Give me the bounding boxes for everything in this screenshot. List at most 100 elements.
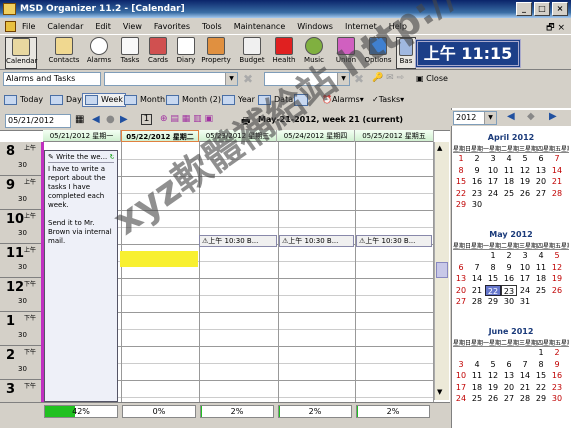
day-cell[interactable]: 12 xyxy=(517,165,533,177)
day-cell[interactable]: 25 xyxy=(469,393,485,405)
day-cell[interactable]: 30 xyxy=(549,393,565,405)
toolbar-calendar-button[interactable]: Calendar xyxy=(5,37,37,69)
print-icon[interactable]: 🖶 xyxy=(241,114,250,131)
menu-view[interactable]: View xyxy=(123,22,142,31)
vertical-scrollbar[interactable]: ▲ ▼ xyxy=(434,142,449,400)
day-cell[interactable]: 19 xyxy=(485,382,501,394)
day-cell[interactable]: 18 xyxy=(533,273,549,285)
view-year-button[interactable]: Year xyxy=(222,93,255,107)
day-cell[interactable]: 5 xyxy=(517,153,533,165)
menu-file[interactable]: File xyxy=(22,22,35,31)
day-cell[interactable]: 29 xyxy=(485,296,501,308)
day-cell[interactable]: 5 xyxy=(485,359,501,371)
day-cell[interactable]: 23 xyxy=(469,188,485,200)
day-cell[interactable]: 20 xyxy=(501,382,517,394)
maximize-button[interactable]: □ xyxy=(534,2,550,16)
menu-calendar[interactable]: Calendar xyxy=(47,22,83,31)
next-month-icon[interactable]: ▶ xyxy=(549,111,557,122)
toolbar-budget-button[interactable]: Budget xyxy=(236,37,268,69)
day-cell[interactable]: 7 xyxy=(549,153,565,165)
column-header[interactable]: 05/24/2012 星期四 xyxy=(277,130,355,142)
day-cell[interactable]: 22 xyxy=(485,284,501,296)
day-cell[interactable]: 28 xyxy=(517,393,533,405)
day-cell[interactable]: 21 xyxy=(549,176,565,188)
day-cell[interactable]: 28 xyxy=(469,296,485,308)
toolbar-health-button[interactable]: Health xyxy=(268,37,300,69)
mdi-document-icon[interactable] xyxy=(5,20,16,32)
day-cell[interactable]: 27 xyxy=(533,188,549,200)
menu-maintenance[interactable]: Maintenance xyxy=(234,22,286,31)
menu-edit[interactable]: Edit xyxy=(95,22,111,31)
event-fri[interactable]: ⚠上午 10:30 B... xyxy=(356,235,432,247)
day-cell[interactable]: 15 xyxy=(453,176,469,188)
prev-week-icon[interactable]: ◀ xyxy=(92,114,100,125)
minimize-button[interactable]: _ xyxy=(516,2,532,16)
day-cell[interactable]: 1 xyxy=(485,250,501,262)
day-cell[interactable]: 9 xyxy=(501,262,517,274)
day-cell[interactable]: 13 xyxy=(453,273,469,285)
column-header[interactable]: 05/21/2012 星期一 xyxy=(43,130,121,142)
event-thu[interactable]: ⚠上午 10:30 B... xyxy=(279,235,354,247)
day-cell[interactable]: 7 xyxy=(469,262,485,274)
day-cell[interactable]: 26 xyxy=(485,393,501,405)
day-cell[interactable]: 11 xyxy=(533,262,549,274)
day-cell[interactable]: 19 xyxy=(517,176,533,188)
toolbar-alarms-button[interactable]: Alarms xyxy=(83,37,115,69)
day-cell[interactable]: 26 xyxy=(517,188,533,200)
alarms-dropdown[interactable]: ⏰ Alarms ▾ xyxy=(322,93,364,107)
day-cell[interactable]: 21 xyxy=(517,382,533,394)
day-cell[interactable]: 6 xyxy=(533,153,549,165)
toolbar-property-button[interactable]: Property xyxy=(200,37,232,69)
day-cell[interactable]: 27 xyxy=(501,393,517,405)
clear-search-icon[interactable]: ✖ xyxy=(354,72,364,86)
date-picker-icon[interactable]: ▦ xyxy=(75,114,84,125)
day-cell[interactable]: 15 xyxy=(485,273,501,285)
day-cell[interactable]: 6 xyxy=(501,359,517,371)
day-cell[interactable]: 5 xyxy=(549,250,565,262)
day-cell[interactable]: 3 xyxy=(517,250,533,262)
day-cell[interactable]: 16 xyxy=(501,273,517,285)
next-week-icon[interactable]: ▶ xyxy=(120,114,128,125)
day-cell[interactable]: 6 xyxy=(453,262,469,274)
day-cell[interactable]: 14 xyxy=(469,273,485,285)
menu-help[interactable]: Help xyxy=(389,22,407,31)
view-today-button[interactable]: Today xyxy=(4,93,43,107)
clear-filter-icon[interactable]: ✖ xyxy=(243,72,253,86)
day-cell[interactable]: 30 xyxy=(501,296,517,308)
scroll-thumb[interactable] xyxy=(436,262,448,278)
day-cell[interactable]: 28 xyxy=(549,188,565,200)
appointment-card[interactable]: ✎ Write the we... ↻ I have to write a re… xyxy=(44,150,118,402)
day-cell[interactable]: 11 xyxy=(469,370,485,382)
day-cell[interactable]: 3 xyxy=(453,359,469,371)
day-cell[interactable]: 29 xyxy=(533,393,549,405)
day-cell[interactable]: 8 xyxy=(453,165,469,177)
menu-windows[interactable]: Windows xyxy=(297,22,333,31)
search-combo[interactable]: ▼ xyxy=(264,72,350,86)
day-cell[interactable]: 13 xyxy=(533,165,549,177)
day-cell[interactable]: 22 xyxy=(533,382,549,394)
day-cell[interactable]: 15 xyxy=(533,370,549,382)
day-cell[interactable]: 3 xyxy=(485,153,501,165)
menu-favorites[interactable]: Favorites xyxy=(154,22,190,31)
day-cell[interactable]: 2 xyxy=(501,250,517,262)
day-cell[interactable]: 2 xyxy=(469,153,485,165)
day-cell[interactable]: 4 xyxy=(469,359,485,371)
day-cell[interactable]: 30 xyxy=(469,199,485,211)
day-cell[interactable]: 21 xyxy=(469,285,485,297)
day-cell[interactable]: 10 xyxy=(517,262,533,274)
search-tools-icon[interactable]: 🔑 ✉ ⇨ xyxy=(372,73,404,83)
day-cell[interactable]: 1 xyxy=(453,153,469,165)
day-cell[interactable]: 24 xyxy=(485,188,501,200)
filter-combo[interactable]: ▼ xyxy=(104,72,238,86)
day-cell[interactable]: 23 xyxy=(549,382,565,394)
scroll-up-icon[interactable]: ▲ xyxy=(437,144,442,152)
day-cell[interactable]: 11 xyxy=(501,165,517,177)
day-cell[interactable]: 8 xyxy=(485,262,501,274)
day-cell[interactable]: 19 xyxy=(549,273,565,285)
day-cell[interactable]: 2 xyxy=(549,347,565,359)
day-cell[interactable]: 17 xyxy=(453,382,469,394)
day-cell[interactable]: 10 xyxy=(453,370,469,382)
column-header[interactable]: 05/25/2012 星期五 xyxy=(355,130,434,142)
day-cell[interactable]: 10 xyxy=(485,165,501,177)
day-cell[interactable]: 29 xyxy=(453,199,469,211)
